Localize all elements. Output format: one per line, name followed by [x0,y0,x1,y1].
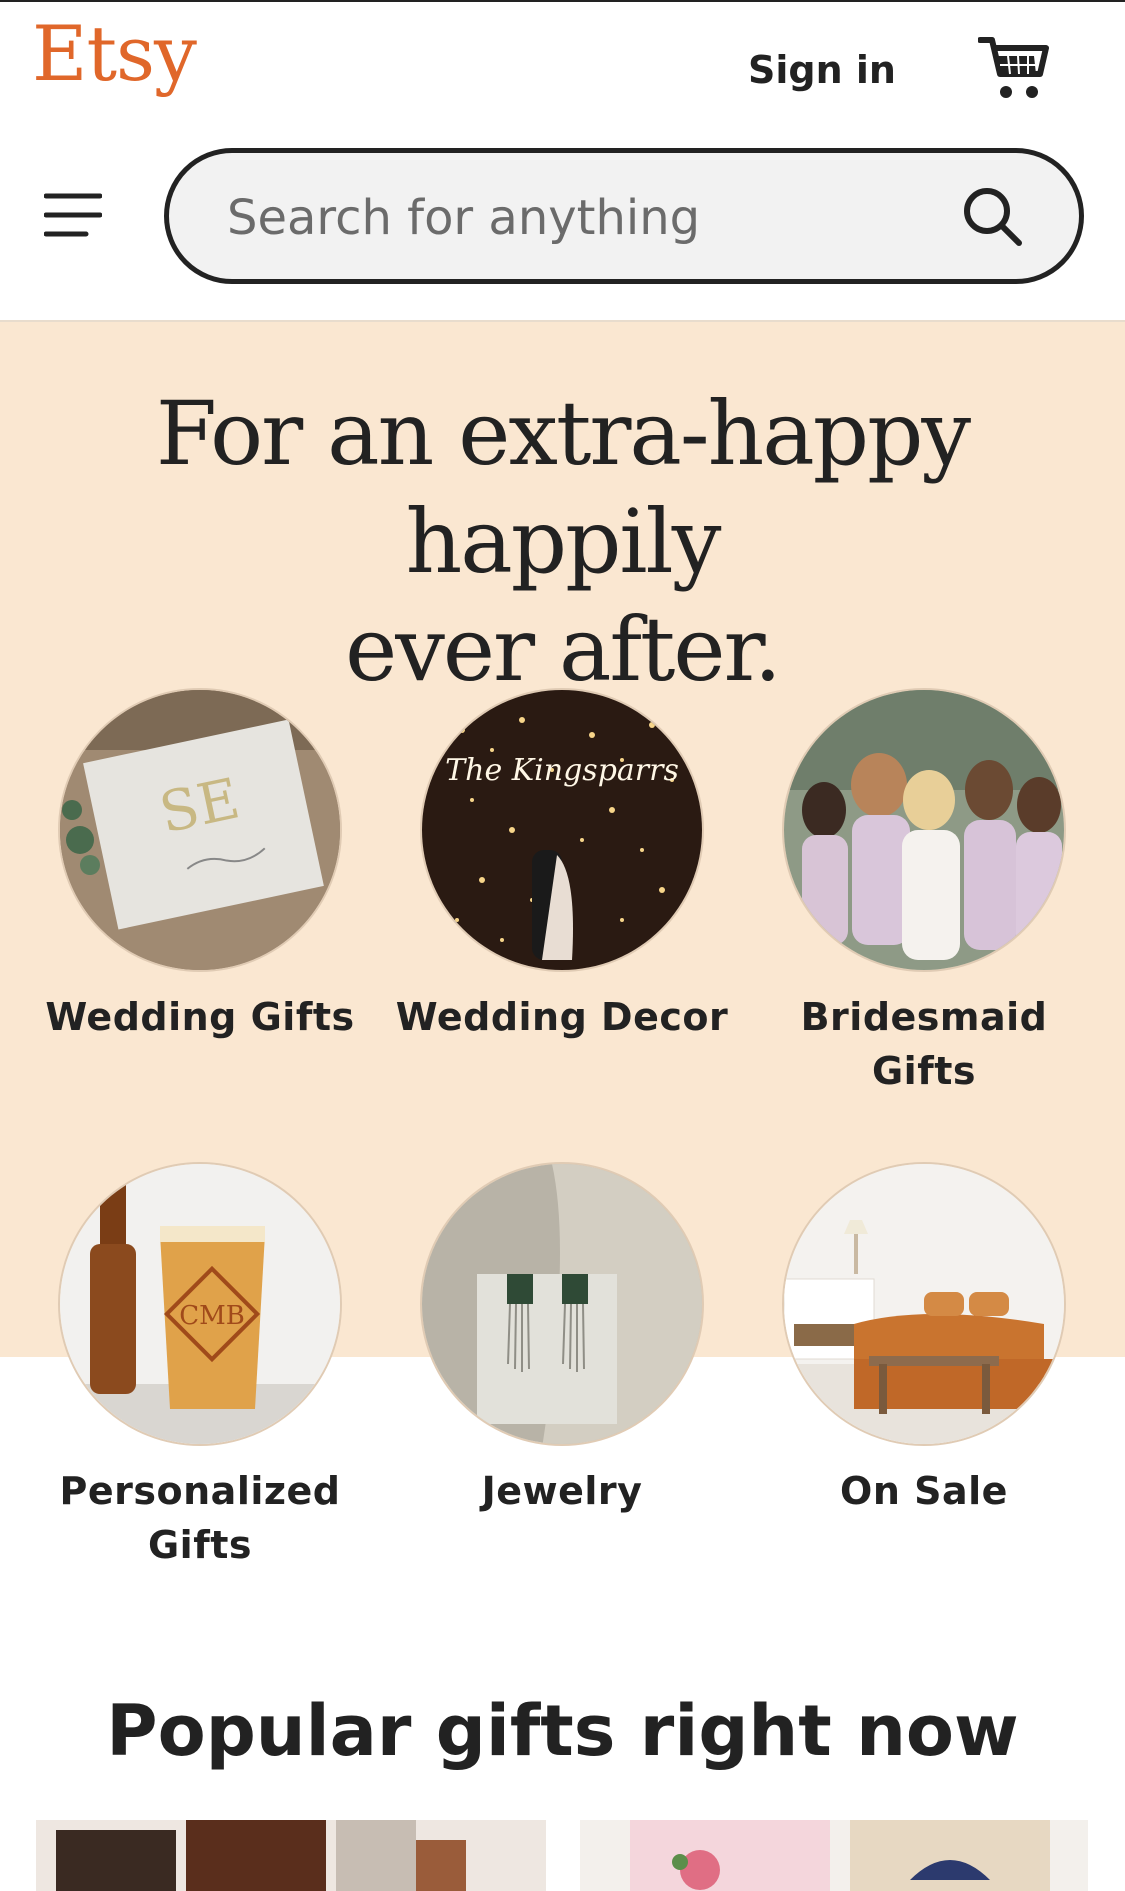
category-wedding-decor[interactable]: The Kingsparrs Wedding Decor [392,688,732,1044]
svg-text:The Kingsparrs: The Kingsparrs [445,753,679,788]
category-label-line-1: Wedding Gifts [45,995,355,1039]
category-label: Wedding Gifts [30,990,370,1044]
category-label: Jewelry [392,1464,732,1518]
search-icon[interactable] [959,183,1029,253]
category-label-line-1: Personalized [59,1469,341,1513]
svg-text:CMB: CMB [179,1301,245,1331]
cart-icon[interactable] [977,34,1050,102]
category-on-sale[interactable]: On Sale [754,1162,1094,1518]
etsy-logo[interactable]: Etsy [32,16,197,92]
sign-in-button[interactable]: Sign in [748,48,896,92]
category-label-line-2: Gifts [147,1523,253,1567]
category-label: On Sale [754,1464,1094,1518]
site-header: Etsy Sign in [0,2,1125,322]
category-label: Personalized Gifts [30,1464,370,1572]
category-label: Bridesmaid Gifts [754,990,1094,1098]
popular-gift-card[interactable] [580,1820,1088,1891]
category-label-line-1: Jewelry [481,1469,643,1513]
category-label: Wedding Decor [392,990,732,1044]
wedding-gifts-image: SE [58,688,342,972]
category-bridesmaid-gifts[interactable]: Bridesmaid Gifts [754,688,1094,1098]
popular-gift-card[interactable] [36,1820,546,1891]
search-bar [164,148,1084,284]
search-input[interactable] [225,179,929,257]
category-label-line-1: On Sale [840,1469,1008,1513]
hero-title: For an extra-happy happily ever after. [0,380,1125,704]
hamburger-menu-icon[interactable] [43,190,103,240]
category-jewelry[interactable]: Jewelry [392,1162,732,1518]
bridesmaid-gifts-image [782,688,1066,972]
category-label-line-1: Wedding Decor [395,995,729,1039]
personalized-gifts-image: CMB [58,1162,342,1446]
wedding-decor-image: The Kingsparrs [420,688,704,972]
jewelry-image [420,1162,704,1446]
hero-title-line-1: For an extra-happy happily [155,382,971,593]
category-wedding-gifts[interactable]: SE Wedding Gifts [30,688,370,1044]
on-sale-image [782,1162,1066,1446]
category-label-line-2: Gifts [871,1049,977,1093]
category-label-line-1: Bridesmaid [800,995,1048,1039]
category-personalized-gifts[interactable]: CMB Personalized Gifts [30,1162,370,1572]
popular-gifts-heading: Popular gifts right now [106,1690,1019,1772]
